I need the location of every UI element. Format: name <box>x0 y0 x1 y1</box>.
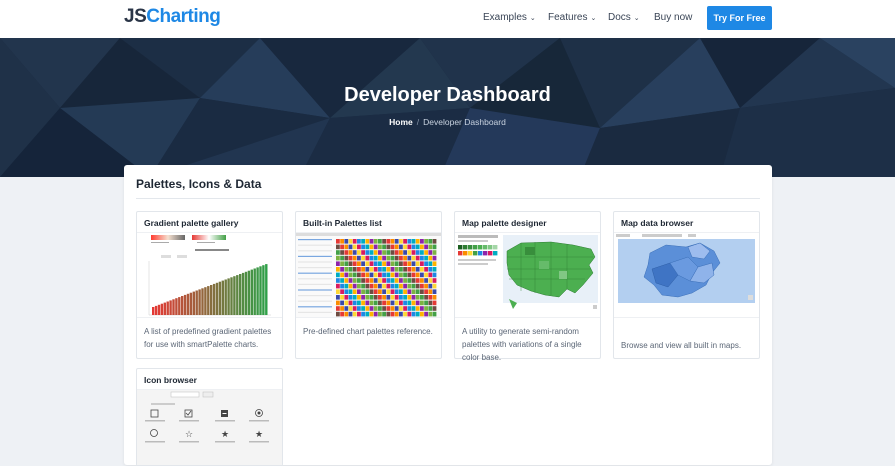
chevron-down-icon: ⌄ <box>529 15 536 22</box>
breadcrumb: Home / Developer Dashboard <box>0 117 895 127</box>
nav-item-examples[interactable]: Examples ⌄ <box>483 12 536 23</box>
breadcrumb-separator: / <box>416 117 420 127</box>
chevron-down-icon: ⌄ <box>590 15 597 22</box>
nav-item-docs[interactable]: Docs ⌄ <box>608 12 640 23</box>
palettes-panel: Palettes, Icons & Data Gradient palette … <box>124 165 772 466</box>
map-designer-thumbnail <box>455 232 600 318</box>
chevron-down-icon: ⌄ <box>633 15 640 22</box>
breadcrumb-home-link[interactable]: Home <box>389 117 413 127</box>
section-title: Palettes, Icons & Data <box>136 177 262 191</box>
card-icon-browser[interactable]: Icon browser ☆ ★ ★ <box>136 368 283 466</box>
card-gradient-palette-gallery[interactable]: Gradient palette gallery A list of prede… <box>136 211 283 359</box>
card-title: Map data browser <box>621 218 694 228</box>
jscharting-logo[interactable]: JSCharting <box>124 6 221 28</box>
card-built-in-palettes-list[interactable]: Built-in Palettes list Pre-defined chart… <box>295 211 442 359</box>
card-title: Gradient palette gallery <box>144 218 239 228</box>
card-title: Icon browser <box>144 375 197 385</box>
svg-text:★: ★ <box>221 430 229 440</box>
card-map-data-browser[interactable]: Map data browser Browse and view all bui… <box>613 211 760 359</box>
nav-item-buy-now[interactable]: Buy now <box>654 12 692 23</box>
palettes-list-thumbnail <box>296 232 441 318</box>
hero-banner: Developer Dashboard Home / Developer Dashb… <box>0 38 895 177</box>
card-map-palette-designer[interactable]: Map palette designer A utility to genera… <box>454 211 601 362</box>
svg-text:☆: ☆ <box>185 430 193 440</box>
map-browser-thumbnail <box>614 232 759 318</box>
hero-background-pattern <box>0 38 895 177</box>
card-title: Built-in Palettes list <box>303 218 382 228</box>
svg-text:★: ★ <box>255 430 263 440</box>
breadcrumb-current: Developer Dashboard <box>423 117 506 127</box>
nav-item-features[interactable]: Features ⌄ <box>548 12 596 23</box>
section-divider <box>136 198 760 199</box>
card-description: Pre-defined chart palettes reference. <box>303 327 433 336</box>
page-title: Developer Dashboard <box>344 84 551 106</box>
card-description: Browse and view all built in maps. <box>621 341 742 350</box>
icon-browser-thumbnail: ☆ ★ ★ <box>137 389 282 465</box>
card-description: A list of predefined gradient palettes f… <box>144 327 272 349</box>
card-title: Map palette designer <box>462 218 547 228</box>
card-description: A utility to generate semi-random palett… <box>462 327 582 362</box>
top-navbar: JSCharting Examples ⌄ Features ⌄ Docs ⌄ Buy… <box>0 0 895 38</box>
try-for-free-button[interactable]: Try For Free <box>707 6 772 30</box>
gradient-gallery-thumbnail <box>137 232 282 318</box>
